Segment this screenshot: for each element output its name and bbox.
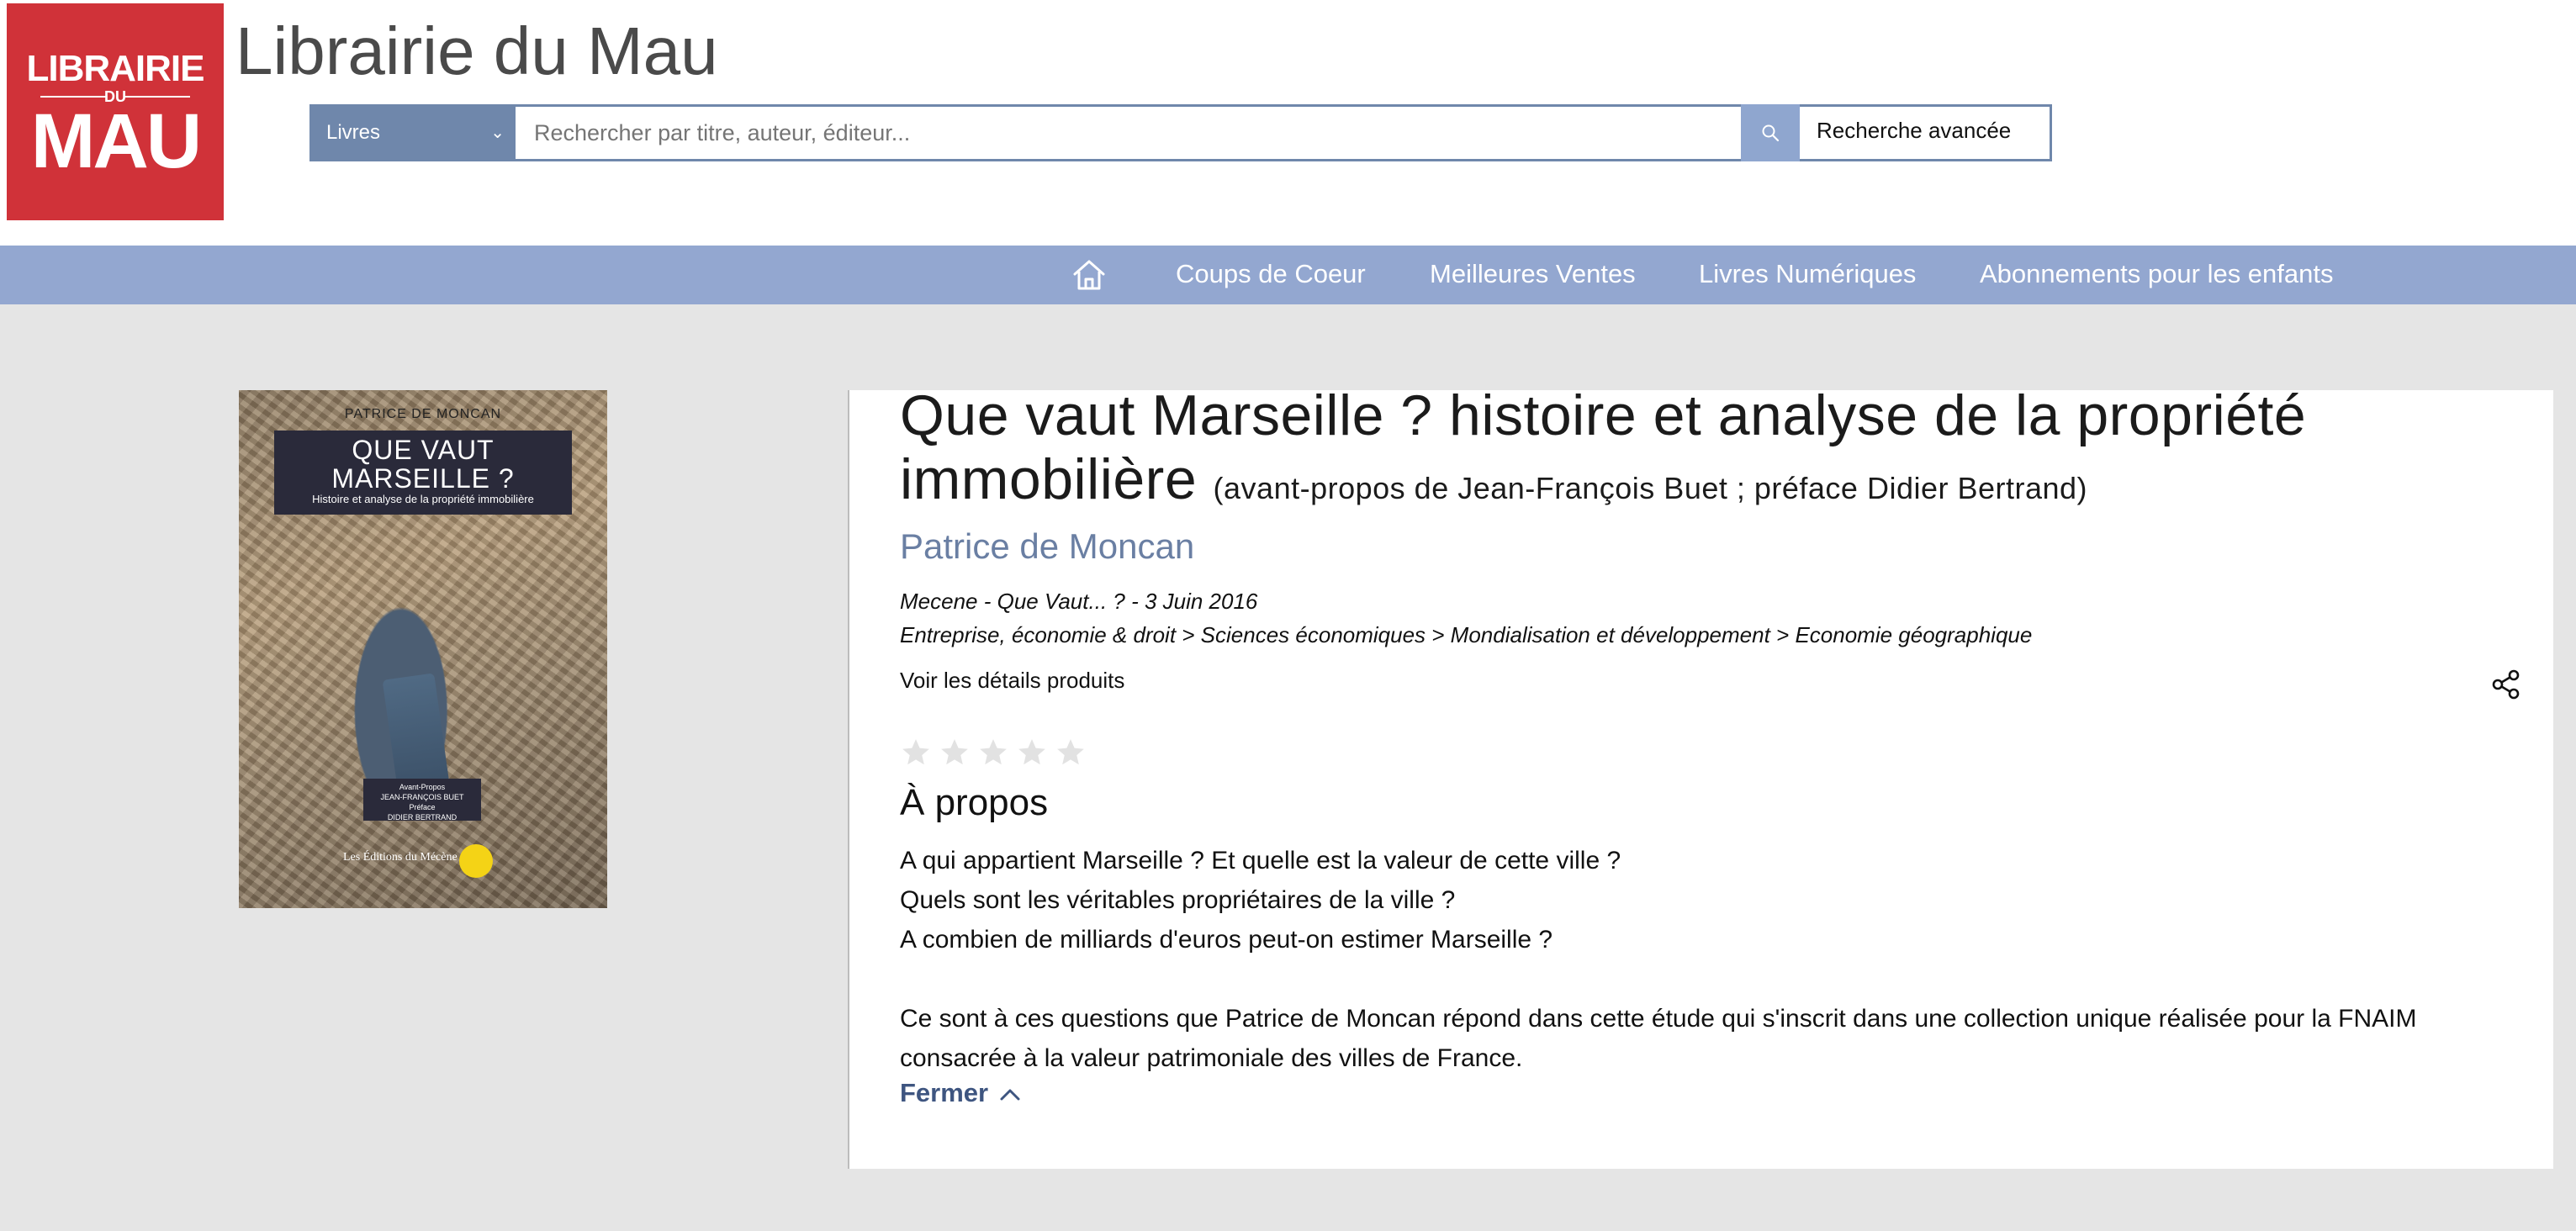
- rating-stars[interactable]: [900, 737, 1093, 772]
- cover-author: PATRICE DE MONCAN: [344, 407, 502, 421]
- share-icon: [2492, 669, 2520, 700]
- product-author-link[interactable]: Patrice de Moncan: [900, 526, 1194, 567]
- cover-subtitle: Histoire et analyse de la propriété immo…: [312, 493, 534, 505]
- search-button[interactable]: [1741, 104, 1800, 161]
- search-icon: [1762, 124, 1780, 142]
- star-icon[interactable]: [977, 737, 1009, 769]
- close-about-label: Fermer: [900, 1078, 989, 1107]
- product-categories[interactable]: Entreprise, économie & droit > Sciences …: [900, 622, 2032, 648]
- chevron-down-icon: ⌄: [490, 124, 505, 142]
- site-header: LIBRAIRIE DU MAU Librairie du Mau Livres…: [0, 0, 2576, 246]
- cover-credit-line4: DIDIER BERTRAND: [387, 813, 458, 822]
- nav-home[interactable]: [1070, 256, 1108, 294]
- cover-credit-line2: JEAN-FRANÇOIS BUET: [380, 793, 464, 801]
- product-subtitle: (avant-propos de Jean-François Buet ; pr…: [1213, 471, 2088, 505]
- close-about-button[interactable]: Fermer: [900, 1078, 1021, 1108]
- cover-credits: Avant-Propos JEAN-FRANÇOIS BUET Préface …: [363, 779, 481, 822]
- product-details-link[interactable]: Voir les détails produits: [900, 668, 1124, 694]
- book-cover[interactable]: PATRICE DE MONCAN QUE VAUT MARSEILLE ? H…: [239, 390, 607, 908]
- about-text: A qui appartient Marseille ? Et quelle e…: [900, 841, 2515, 1078]
- logo-line3: MAU: [30, 98, 203, 184]
- product-meta: Mecene - Que Vaut... ? - 3 Juin 2016: [900, 589, 1258, 614]
- logo-line1: LIBRAIRIE: [26, 48, 205, 89]
- chevron-up-icon: [1000, 1089, 1020, 1101]
- site-logo[interactable]: LIBRAIRIE DU MAU: [7, 3, 224, 220]
- advanced-search-link[interactable]: Recherche avancée: [1817, 118, 2011, 144]
- nav-item-coups-de-coeur[interactable]: Coups de Coeur: [1176, 246, 1366, 304]
- cover-title-line2: MARSEILLE ?: [331, 463, 515, 494]
- home-icon: [1073, 260, 1105, 290]
- about-paragraph: Quels sont les véritables propriétaires …: [900, 886, 1456, 914]
- cover-title-line1: QUE VAUT: [352, 435, 495, 465]
- star-icon[interactable]: [1016, 737, 1048, 769]
- nav-item-abonnements-enfants[interactable]: Abonnements pour les enfants: [1980, 246, 2334, 304]
- share-button[interactable]: [2489, 668, 2523, 701]
- cover-credit-line1: Avant-Propos: [399, 783, 446, 791]
- search-category-select[interactable]: Livres ⌄: [309, 104, 513, 161]
- about-paragraph: A qui appartient Marseille ? Et quelle e…: [900, 847, 1621, 874]
- star-icon[interactable]: [939, 737, 971, 769]
- product-title: Que vaut Marseille ? histoire et analyse…: [900, 383, 2515, 520]
- main-nav: Coups de Coeur Meilleures Ventes Livres …: [0, 246, 2576, 304]
- search-category-value: Livres: [326, 121, 381, 144]
- product-panel: Que vaut Marseille ? histoire et analyse…: [848, 383, 2553, 1169]
- about-paragraph: Ce sont à ces questions que Patrice de M…: [900, 1005, 2417, 1072]
- star-icon[interactable]: [1055, 737, 1087, 769]
- nav-item-meilleures-ventes[interactable]: Meilleures Ventes: [1430, 246, 1636, 304]
- about-paragraph: [900, 959, 2515, 999]
- logo-rule-right: [124, 96, 190, 98]
- about-paragraph: A combien de milliards d'euros peut-on e…: [900, 926, 1553, 954]
- site-title[interactable]: Librairie du Mau: [235, 13, 718, 89]
- star-icon[interactable]: [900, 737, 932, 769]
- cover-title-box: QUE VAUT MARSEILLE ? Histoire et analyse…: [274, 431, 572, 515]
- cover-credit-line3: Préface: [409, 803, 436, 811]
- cover-sticker: [459, 844, 493, 878]
- about-heading: À propos: [900, 782, 1049, 823]
- nav-item-livres-numeriques[interactable]: Livres Numériques: [1699, 246, 1916, 304]
- cover-publisher: Les Éditions du Mécène: [343, 851, 458, 864]
